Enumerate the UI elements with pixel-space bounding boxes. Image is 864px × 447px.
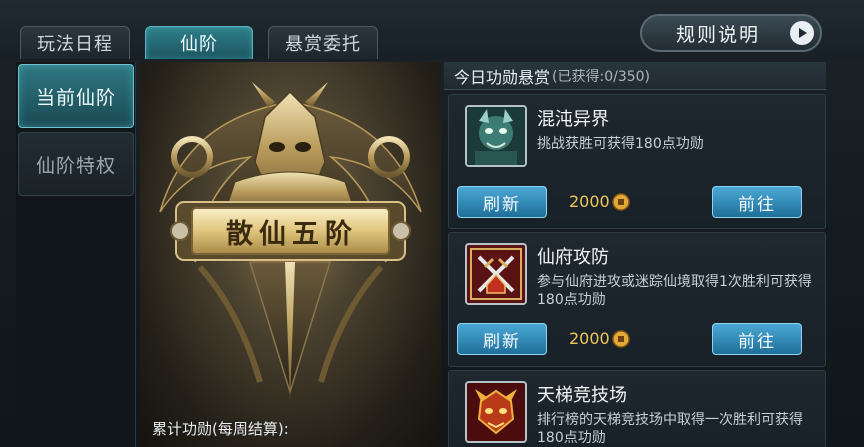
bounty-panel: 今日功勋悬赏 (已获得:0/350) 混沌异界 挑战获胜可获得180点功勋 刷新… [444, 62, 826, 447]
sidebar: 当前仙阶 仙阶特权 [16, 62, 136, 447]
refresh-cost-value: 2000 [569, 192, 610, 211]
rules-button[interactable]: 规则说明 [640, 14, 822, 52]
refresh-button-label: 刷新 [483, 194, 521, 215]
sidebar-item-rank-privileges[interactable]: 仙阶特权 [18, 132, 134, 196]
refresh-button-label: 刷新 [483, 331, 521, 352]
tab-rank-label: 仙阶 [180, 34, 218, 55]
quest-description: 挑战获胜可获得180点功勋 [537, 136, 704, 152]
bounty-header: 今日功勋悬赏 (已获得:0/350) [444, 62, 826, 90]
go-button-label: 前往 [738, 331, 776, 352]
quest-card-chaos-realm: 混沌异界 挑战获胜可获得180点功勋 刷新 2000 前往 [448, 94, 826, 229]
coin-icon [611, 192, 630, 211]
tab-rank[interactable]: 仙阶 [145, 26, 253, 59]
refresh-button[interactable]: 刷新 [457, 186, 547, 218]
refresh-cost: 2000 [569, 192, 630, 211]
tab-bounty-label: 悬赏委托 [285, 34, 361, 55]
tab-schedule[interactable]: 玩法日程 [20, 26, 130, 59]
tab-bounty[interactable]: 悬赏委托 [268, 26, 378, 59]
quest-description: 排行榜的天梯竞技场中取得一次胜利可获得180点功勋 [537, 412, 803, 446]
go-button[interactable]: 前往 [712, 186, 802, 218]
refresh-cost: 2000 [569, 329, 630, 348]
coin-icon [611, 329, 630, 348]
demon-mask-icon [465, 381, 527, 443]
quest-name: 混沌异界 [537, 109, 609, 130]
rank-plaque-text: 散仙五阶 [226, 218, 358, 250]
go-button[interactable]: 前往 [712, 323, 802, 355]
play-arrow-icon [790, 21, 814, 45]
sidebar-item-current-rank[interactable]: 当前仙阶 [18, 64, 134, 128]
weekly-merit-label: 累计功勋(每周结算): [152, 420, 289, 438]
sidebar-item-label: 当前仙阶 [35, 86, 116, 109]
go-button-label: 前往 [738, 194, 776, 215]
rank-emblem-panel: 散仙五阶 累计功勋(每周结算): [140, 62, 441, 447]
bounty-obtained-count: (已获得:0/350) [552, 68, 651, 85]
bounty-title: 今日功勋悬赏 [454, 67, 551, 87]
quest-card-ladder-arena: 天梯竞技场 排行榜的天梯竞技场中取得一次胜利可获得180点功勋 [448, 370, 826, 447]
quest-card-fairy-mansion: 仙府攻防 参与仙府进攻或迷踪仙境取得1次胜利可获得180点功勋 刷新 2000 … [448, 232, 826, 367]
rules-button-label: 规则说明 [676, 23, 761, 46]
tab-schedule-label: 玩法日程 [37, 34, 113, 55]
refresh-cost-value: 2000 [569, 329, 610, 348]
quest-name: 天梯竞技场 [537, 385, 627, 406]
quest-name: 仙府攻防 [537, 247, 609, 268]
quest-description: 参与仙府进攻或迷踪仙境取得1次胜利可获得180点功勋 [537, 274, 812, 308]
crossed-swords-icon [465, 243, 527, 305]
demon-warrior-icon [465, 105, 527, 167]
sidebar-item-label: 仙阶特权 [35, 154, 116, 177]
refresh-button[interactable]: 刷新 [457, 323, 547, 355]
